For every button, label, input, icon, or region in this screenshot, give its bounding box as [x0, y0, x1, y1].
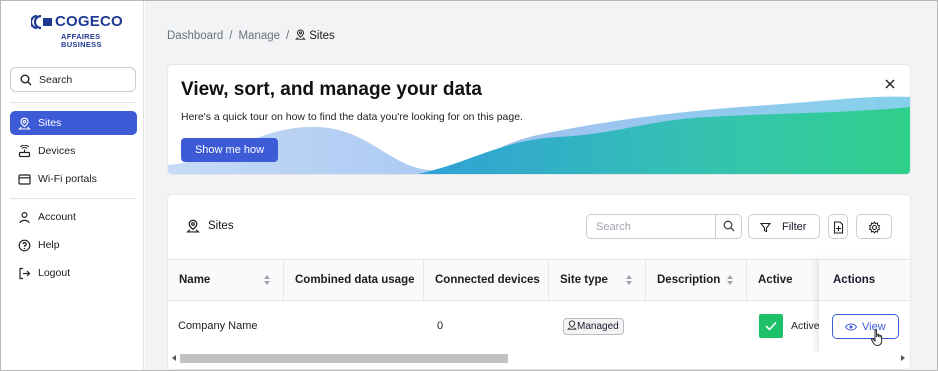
cell-connected-devices: 0: [437, 320, 444, 332]
breadcrumb-dashboard[interactable]: Dashboard: [167, 30, 223, 42]
sidebar-item-devices[interactable]: Devices: [10, 139, 137, 163]
table-search-input[interactable]: Search: [586, 214, 742, 239]
scroll-right-arrow-icon[interactable]: [901, 355, 905, 361]
export-button[interactable]: [828, 214, 848, 239]
tour-banner: View, sort, and manage your data Here's …: [167, 64, 911, 175]
brand-name: COGECO: [55, 13, 123, 30]
sidebar-item-label: Help: [38, 239, 60, 251]
logout-icon: [19, 267, 31, 280]
sidebar-item-label: Account: [38, 211, 76, 223]
show-me-how-button[interactable]: Show me how: [181, 138, 278, 162]
banner-description: Here's a quick tour on how to find the d…: [181, 111, 523, 123]
sidebar-item-logout[interactable]: Logout: [10, 261, 137, 285]
sidebar-item-wifi-portals[interactable]: Wi-Fi portals: [10, 167, 137, 191]
column-header-name[interactable]: Name: [168, 260, 284, 302]
site-type-badge: Managed: [563, 318, 624, 335]
sidebar-item-sites[interactable]: Sites: [10, 111, 137, 135]
column-label: Name: [179, 274, 211, 286]
question-circle-icon: [18, 239, 31, 252]
breadcrumb-current: Sites: [295, 29, 335, 42]
view-button[interactable]: View: [832, 314, 899, 339]
table-row[interactable]: Company Name 0 Managed Active: [168, 301, 910, 353]
settings-button[interactable]: [856, 214, 892, 239]
sidebar-item-label: Logout: [38, 267, 71, 279]
column-header-connected-devices[interactable]: Connected devices: [424, 260, 549, 302]
breadcrumb-manage[interactable]: Manage: [238, 30, 280, 42]
breadcrumb-current-label: Sites: [309, 30, 335, 42]
site-type-label: Managed: [577, 321, 619, 332]
sidebar-item-help[interactable]: Help: [10, 233, 137, 257]
column-label: Connected devices: [435, 274, 540, 286]
router-icon: [18, 145, 31, 158]
location-pin-icon: [567, 320, 577, 330]
location-pin-icon: [186, 219, 200, 233]
sidebar-search[interactable]: Search: [10, 67, 136, 92]
search-placeholder: Search: [596, 221, 631, 233]
search-button[interactable]: [715, 215, 741, 238]
location-pin-icon: [18, 117, 31, 130]
column-header-active[interactable]: Active: [747, 260, 827, 302]
column-label: Description: [657, 274, 721, 286]
breadcrumb: Dashboard / Manage / Sites: [167, 29, 335, 42]
sort-icon[interactable]: [726, 274, 734, 286]
sidebar: COGECO AFFAIRES BUSINESS Search Sites De…: [1, 1, 144, 370]
active-toggle[interactable]: [759, 314, 783, 338]
location-pin-icon: [295, 29, 307, 40]
horizontal-scrollbar[interactable]: [168, 352, 910, 365]
column-label: Actions: [833, 274, 876, 286]
sort-icon[interactable]: [625, 274, 633, 286]
cell-active-label: Active: [791, 320, 820, 332]
filter-icon: [760, 222, 771, 233]
export-file-icon: [833, 221, 844, 234]
column-header-site-type[interactable]: Site type: [549, 260, 646, 302]
column-header-combined-data-usage[interactable]: Combined data usage: [284, 260, 424, 302]
cogeco-logo[interactable]: COGECO AFFAIRES BUSINESS: [31, 13, 123, 49]
sidebar-divider: [10, 102, 137, 103]
sidebar-item-label: Devices: [38, 145, 76, 157]
sidebar-item-label: Wi-Fi portals: [38, 173, 97, 185]
search-icon: [723, 220, 735, 232]
brand-line-business: BUSINESS: [61, 40, 102, 49]
close-icon[interactable]: [884, 78, 896, 90]
filter-label: Filter: [782, 221, 807, 233]
scrollbar-thumb[interactable]: [180, 354, 508, 363]
cogeco-logo-mark-icon: [31, 15, 52, 29]
column-header-description[interactable]: Description: [646, 260, 747, 302]
card-title-label: Sites: [208, 220, 234, 232]
checkmark-icon: [765, 321, 777, 331]
main-content: Dashboard / Manage / Sites View, sort, and m…: [145, 1, 937, 370]
browser-window-icon: [18, 174, 31, 185]
eye-icon: [845, 323, 857, 331]
breadcrumb-separator: /: [286, 30, 290, 42]
table-header: Name Combined data usage Connected devic…: [168, 259, 910, 302]
column-label: Site type: [560, 274, 608, 286]
scroll-left-arrow-icon[interactable]: [172, 355, 176, 361]
sidebar-item-account[interactable]: Account: [10, 205, 137, 229]
breadcrumb-separator: /: [229, 30, 233, 42]
hand-pointer-cursor-icon: [871, 329, 883, 346]
banner-title: View, sort, and manage your data: [181, 79, 482, 100]
column-header-actions: Actions: [819, 259, 910, 301]
filter-button[interactable]: Filter: [748, 214, 820, 239]
sidebar-item-label: Sites: [38, 117, 62, 129]
actions-column: Actions View: [819, 259, 910, 353]
column-label: Active: [758, 274, 793, 286]
sort-icon[interactable]: [263, 274, 271, 286]
gear-icon: [868, 221, 881, 234]
user-icon: [19, 211, 30, 224]
cell-name: Company Name: [178, 320, 258, 332]
sites-table-card: Sites Search Filter Name Combined data u…: [167, 194, 911, 370]
sidebar-search-label: Search: [39, 74, 73, 86]
search-icon: [20, 74, 32, 86]
column-label: Combined data usage: [295, 274, 415, 286]
sidebar-divider: [10, 198, 137, 199]
